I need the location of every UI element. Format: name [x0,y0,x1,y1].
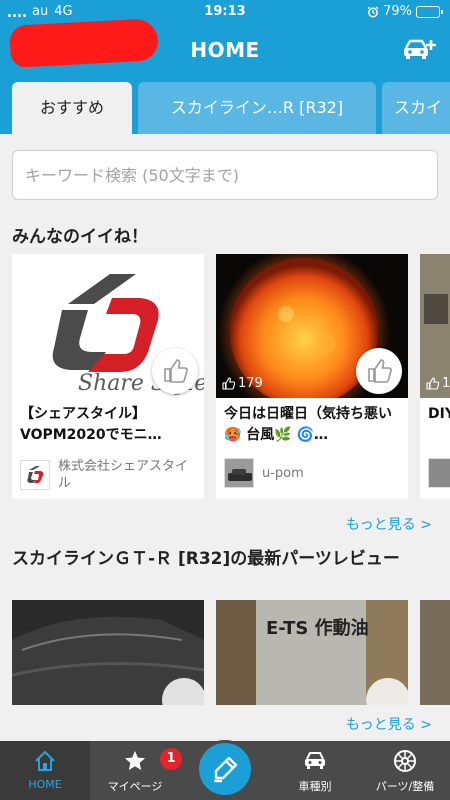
more-link-parts[interactable]: もっと見る > [346,714,432,734]
nav-home[interactable]: HOME [0,741,90,800]
author-name: u-pom [262,465,304,481]
nav-car-type[interactable]: 車種別 [270,741,360,800]
card-diy[interactable]: 1 DIY [420,254,450,499]
more-link-likes[interactable]: もっと見る > [346,514,432,534]
thumbs-up-icon [368,359,392,383]
notification-badge: 1 [160,748,182,770]
author-name: 株式会社シェアスタイル [58,459,189,491]
card-author: 株式会社シェアスタイル [20,458,196,492]
like-button[interactable] [356,348,402,394]
star-icon [125,751,145,770]
like-button[interactable] [152,348,198,394]
card-author: u-pom [224,458,400,488]
thumbs-up-icon [18,377,31,390]
pen-icon [214,756,238,783]
parts-card-partial[interactable] [420,600,450,705]
nav-parts[interactable]: パーツ/整備 [360,741,450,800]
wheel-icon [394,750,416,772]
like-count: 339 [18,376,59,391]
card-title: 【シェアスタイル】VOPM2020でモニ… [20,406,162,443]
parts-carousel[interactable]: E-TS 作動油 [12,600,450,705]
parts-card-car[interactable] [12,600,204,705]
top-bar: au 4G 19:13 79% HOME おすすめ スカイライン…R [R32]… [0,0,450,134]
card-share-style[interactable]: Share Style 339 【シェアスタイル】VOPM2020でモニ… 株式… [12,254,204,499]
thumbs-up-icon [222,377,235,390]
like-count: 179 [222,376,263,391]
post-button[interactable] [196,740,254,798]
parts-card-oil[interactable]: E-TS 作動油 [216,600,408,705]
car-icon [305,752,325,769]
thumbs-up-icon [426,377,439,390]
nav-home-label: HOME [28,778,62,791]
tab-skyline-more[interactable]: スカイ [382,82,450,134]
section-title-parts: スカイラインＧＴ-Ｒ [R32]の最新パーツレビュー [12,549,400,569]
tab-recommended[interactable]: おすすめ [12,82,132,134]
card-title: DIY [428,406,450,422]
home-icon [35,750,55,771]
tab-skyline-r32[interactable]: スカイライン…R [R32] [138,82,376,134]
card-image: 1 [420,254,450,398]
likes-carousel[interactable]: Share Style 339 【シェアスタイル】VOPM2020でモニ… 株式… [12,254,450,502]
section-title-likes: みんなのイイね！ [12,227,148,247]
status-bar: au 4G 19:13 79% [0,0,450,24]
page-title: HOME [190,38,260,62]
author-avatar [224,458,254,488]
card-title: 今日は日曜日（気持ち悪い🥵 台風🌿 🌀… [224,406,392,443]
author-avatar [20,460,50,490]
nav-parts-label: パーツ/整備 [375,780,435,793]
add-car-button[interactable] [402,34,436,64]
battery-icon [416,5,443,18]
battery-percent: 79% [383,4,412,19]
car-add-icon [404,39,436,59]
like-count: 1 [426,376,450,391]
card-author [428,458,450,488]
tab-bar: おすすめ スカイライン…R [R32] スカイ [0,82,450,134]
alarm-icon [367,5,379,17]
card-sun-post[interactable]: 179 今日は日曜日（気持ち悪い🥵 台風🌿 🌀… u-pom [216,254,408,499]
oil-can-label: E-TS 作動油 [266,617,369,639]
author-avatar [428,458,450,488]
nav-car-label: 車種別 [298,780,332,793]
thumbs-up-icon [164,359,188,383]
car-photo [12,600,204,705]
nav-mypage-label: マイページ [107,780,163,793]
search-input[interactable] [12,150,438,200]
oil-can-photo: E-TS 作動油 [216,600,408,705]
